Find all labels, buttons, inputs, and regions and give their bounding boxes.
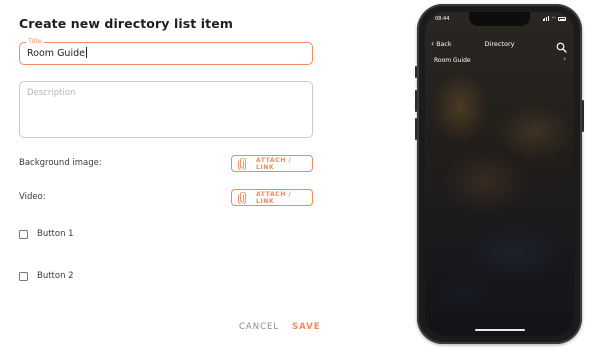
- button-1-checkbox[interactable]: [19, 229, 28, 239]
- attach-link-label: ATTACH / LINK: [255, 190, 292, 205]
- phone-preview: 08:44 ◠ ‹ Back Directory Room Guide ›: [415, 4, 584, 344]
- nav-title: Directory: [484, 40, 515, 48]
- cancel-button[interactable]: CANCEL: [239, 322, 279, 332]
- signal-icon: [542, 16, 550, 23]
- list-item[interactable]: Room Guide ›: [425, 55, 574, 68]
- form-heading: Create new directory list item: [19, 16, 233, 31]
- home-indicator: [475, 328, 525, 331]
- phone-power-button: [582, 100, 584, 132]
- phone-volume-down: [415, 118, 417, 140]
- list-item-label: Room Guide: [434, 57, 471, 64]
- status-time: 08:44: [435, 16, 450, 22]
- chevron-right-icon: ›: [563, 55, 566, 63]
- video-label: Video:: [19, 192, 46, 202]
- title-field-label: Title: [26, 37, 44, 46]
- button-2-option[interactable]: Button 2: [19, 271, 74, 281]
- button-2-label: Button 2: [37, 271, 74, 281]
- button-1-label: Button 1: [37, 229, 74, 239]
- background-attach-button[interactable]: ATTACH / LINK: [231, 155, 313, 172]
- search-icon[interactable]: [556, 38, 567, 53]
- save-button[interactable]: SAVE: [292, 322, 321, 332]
- title-input[interactable]: Title Room Guide: [19, 37, 313, 65]
- phone-volume-up: [415, 90, 417, 112]
- phone-notch: [469, 12, 530, 26]
- description-placeholder: Description: [27, 88, 76, 98]
- status-icons: ◠: [542, 16, 566, 23]
- title-input-value: Room Guide: [27, 47, 87, 59]
- phone-mute-switch: [415, 66, 417, 78]
- attach-link-label: ATTACH / LINK: [255, 156, 292, 171]
- paperclip-icon: [236, 157, 248, 170]
- background-image-label: Background image:: [19, 158, 102, 168]
- button-1-option[interactable]: Button 1: [19, 229, 74, 239]
- wifi-icon: ◠: [551, 16, 556, 23]
- paperclip-icon: [236, 191, 248, 204]
- battery-icon: [558, 17, 566, 22]
- description-input[interactable]: Description: [19, 81, 313, 138]
- phone-screen: 08:44 ◠ ‹ Back Directory Room Guide ›: [425, 12, 574, 336]
- button-2-checkbox[interactable]: [19, 271, 28, 281]
- video-attach-button[interactable]: ATTACH / LINK: [231, 189, 313, 206]
- phone-nav-bar: ‹ Back Directory: [425, 38, 574, 53]
- text-caret: [85, 47, 87, 58]
